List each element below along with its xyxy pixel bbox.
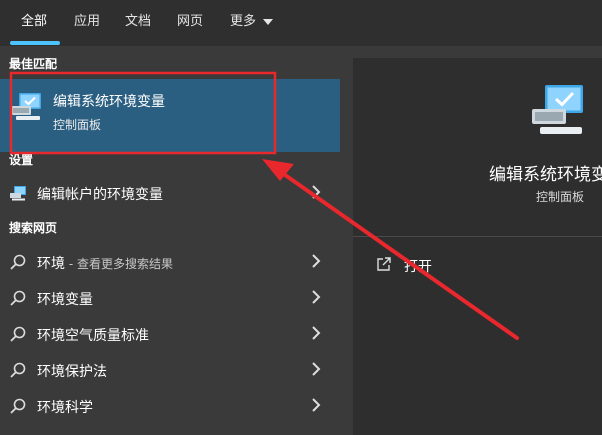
chevron-down-icon bbox=[263, 18, 274, 25]
best-match-item[interactable] bbox=[0, 79, 340, 152]
chevron-right-icon bbox=[312, 326, 321, 340]
web-result-label: 环境保护法 bbox=[37, 364, 107, 380]
web-result-label: 环境科学 bbox=[37, 400, 93, 416]
web-result-label: 环境空气质量标准 bbox=[37, 328, 149, 344]
tab-apps[interactable]: 应用 bbox=[74, 10, 100, 29]
web-result-item[interactable]: 环境变量 bbox=[0, 280, 340, 316]
tab-documents[interactable]: 文档 bbox=[125, 10, 151, 29]
chevron-right-icon bbox=[312, 185, 321, 199]
monitor-settings-icon bbox=[532, 85, 583, 134]
search-icon bbox=[10, 398, 26, 414]
monitor-settings-icon bbox=[10, 186, 26, 201]
section-web: 搜索网页 bbox=[9, 221, 58, 235]
preview-divider bbox=[353, 236, 602, 237]
section-settings: 设置 bbox=[9, 153, 34, 167]
chevron-right-icon bbox=[312, 398, 321, 412]
best-match-title: 编辑系统环境变量 bbox=[53, 94, 165, 110]
section-best-match: 最佳匹配 bbox=[9, 57, 58, 71]
search-icon bbox=[10, 326, 26, 342]
active-tab-indicator bbox=[10, 41, 60, 45]
web-result-item[interactable]: 环境 - 查看更多搜索结果 bbox=[0, 244, 340, 280]
open-label: 打开 bbox=[404, 259, 432, 275]
settings-item-edit-account-env[interactable]: 编辑帐户的环境变量 bbox=[0, 175, 340, 211]
web-result-label: 环境变量 bbox=[37, 292, 93, 308]
search-filter-bar: 全部 应用 文档 网页 更多 bbox=[0, 0, 602, 46]
search-icon bbox=[10, 290, 26, 306]
web-result-item[interactable]: 环境科学 bbox=[0, 388, 340, 424]
open-external-icon bbox=[377, 257, 391, 271]
preview-subtitle: 控制面板 bbox=[536, 190, 585, 204]
chevron-right-icon bbox=[312, 362, 321, 376]
best-match-subtitle: 控制面板 bbox=[53, 118, 102, 132]
chevron-right-icon bbox=[312, 290, 321, 304]
web-result-item[interactable]: 环境保护法 bbox=[0, 352, 340, 388]
web-result-label: 环境 - 查看更多搜索结果 bbox=[37, 253, 173, 273]
monitor-settings-icon bbox=[11, 93, 41, 120]
search-icon bbox=[10, 362, 26, 378]
search-icon bbox=[10, 254, 26, 270]
settings-item-label: 编辑帐户的环境变量 bbox=[37, 187, 163, 203]
web-result-item[interactable]: 环境空气质量标准 bbox=[0, 316, 340, 352]
web-result-query: 环境 bbox=[37, 256, 65, 272]
web-result-suffix: - 查看更多搜索结果 bbox=[65, 257, 173, 271]
tab-more-label: 更多 bbox=[230, 14, 257, 29]
tab-all[interactable]: 全部 bbox=[21, 10, 47, 29]
preview-title: 编辑系统环境变量 bbox=[489, 165, 602, 185]
tab-more[interactable]: 更多 bbox=[230, 10, 274, 29]
tab-web[interactable]: 网页 bbox=[177, 10, 203, 29]
chevron-right-icon bbox=[312, 254, 321, 268]
